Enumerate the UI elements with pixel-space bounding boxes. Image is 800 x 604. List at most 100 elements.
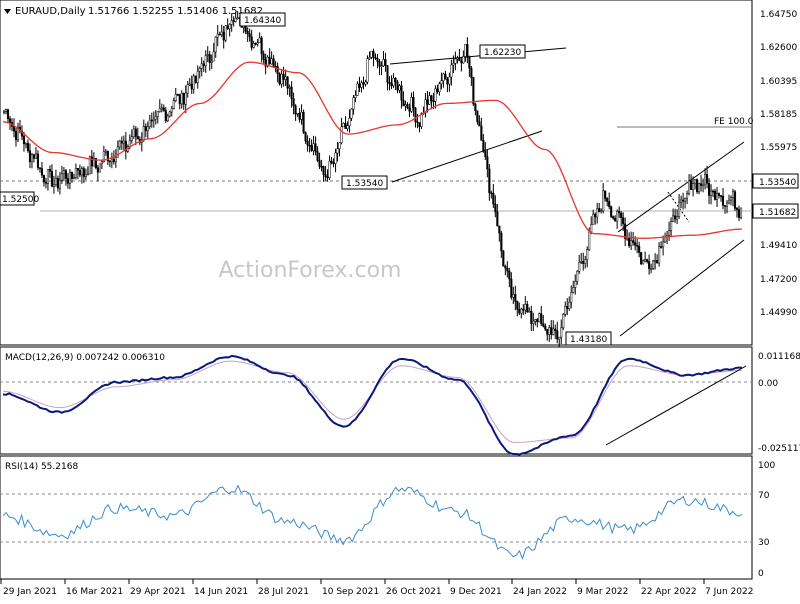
candle-body [78, 169, 81, 176]
candle-body [84, 174, 87, 177]
candle-body [448, 76, 451, 85]
candle-body [32, 154, 36, 159]
candle-body [196, 70, 199, 83]
candle-body [376, 58, 379, 62]
candle-body [286, 76, 289, 89]
candle-body [268, 56, 271, 65]
candle-body [154, 116, 157, 120]
candle-body [136, 136, 139, 140]
candle-body [156, 111, 159, 117]
chart-window: EURAUD,Daily 1.51766 1.52255 1.51406 1.5… [0, 0, 800, 600]
candle-body [12, 126, 16, 132]
candle-body [692, 183, 695, 190]
candle-body [96, 167, 99, 173]
candle-body [414, 107, 417, 122]
candle-body [480, 125, 483, 141]
price-tick: 1.64750 [760, 10, 797, 20]
candle-body [534, 319, 537, 322]
candle-body [314, 143, 317, 152]
candle-body [542, 323, 545, 327]
candle-body [444, 73, 447, 80]
support-annotation-text: 1.53540 [346, 179, 383, 189]
fe-label: FE 100.0 [714, 117, 754, 127]
candle-body [446, 79, 449, 85]
x-tick: 26 Oct 2021 [386, 587, 442, 597]
candle-body [474, 103, 477, 111]
candle-body [729, 197, 733, 201]
candle-body [440, 80, 443, 85]
candle-body [296, 112, 299, 115]
candle-body [364, 81, 367, 85]
candle-body [562, 314, 565, 329]
candle-body [110, 158, 113, 163]
candle-body [262, 53, 265, 60]
candle-body [142, 126, 145, 141]
candle-body [721, 195, 725, 206]
x-tick: 28 Jul 2021 [258, 587, 309, 597]
candle-body [168, 111, 171, 117]
candle-body [614, 217, 617, 222]
candle-body [528, 310, 531, 313]
candle-body [486, 156, 489, 170]
candle-body [672, 215, 675, 222]
candle-body [204, 55, 207, 67]
candle-body [86, 173, 89, 176]
candle-body [300, 111, 303, 120]
candle-body [260, 37, 263, 55]
candle-body [190, 83, 193, 90]
candle-body [470, 67, 473, 78]
candle-body [56, 178, 59, 189]
candle-body [128, 140, 131, 147]
candle-body [346, 125, 349, 129]
candle-body [334, 152, 337, 164]
candle-body [506, 267, 509, 272]
candle-body [723, 205, 727, 207]
candle-body [230, 20, 233, 25]
candle-body [288, 86, 291, 89]
candle-body [14, 130, 18, 141]
candle-body [150, 119, 153, 122]
candle-body [436, 88, 439, 92]
candle-body [696, 179, 699, 193]
candle-body [46, 169, 49, 184]
candle-body [194, 75, 197, 83]
candle-body [432, 100, 435, 103]
candle-body [326, 176, 329, 179]
candle-body [620, 212, 623, 218]
candle-body [644, 259, 647, 262]
candle-body [62, 170, 65, 175]
x-tick: 29 Apr 2021 [130, 587, 186, 597]
candle-body [536, 319, 539, 323]
candle-body [348, 117, 351, 126]
candle-body [711, 190, 715, 193]
candle-body [648, 261, 651, 269]
candle-body [250, 36, 253, 48]
candle-body [222, 31, 225, 41]
candle-body [578, 261, 581, 272]
candle-body [278, 73, 281, 85]
candle-body [60, 173, 63, 181]
candle-body [54, 178, 57, 185]
candle-body [100, 161, 103, 165]
candle-body [256, 42, 259, 45]
candle-body [192, 75, 195, 90]
candle-body [642, 260, 645, 265]
candle-body [298, 112, 301, 120]
candle-body [426, 99, 429, 105]
candle-body [582, 261, 585, 264]
resistance-badge-text: 1.53540 [759, 178, 796, 188]
candle-body [498, 225, 501, 234]
candle-body [518, 309, 521, 314]
candle-body [130, 136, 133, 141]
candle-body [338, 142, 341, 149]
candle-body [158, 108, 161, 112]
candle-body [650, 268, 653, 270]
candle-body [350, 108, 353, 119]
candle-body [254, 43, 257, 45]
candle-body [368, 56, 371, 60]
candle-body [690, 180, 693, 190]
candle-body [428, 95, 431, 105]
candle-body [634, 242, 637, 246]
candle-body [554, 328, 557, 332]
candle-body [34, 153, 38, 159]
